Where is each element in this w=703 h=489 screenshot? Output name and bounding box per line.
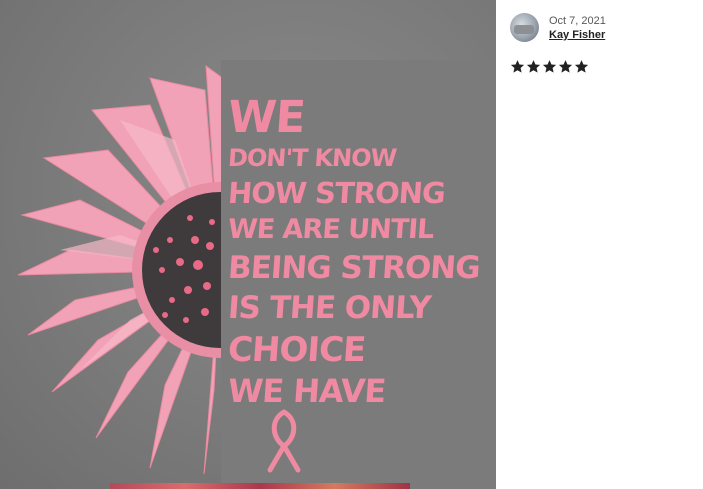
slogan-line: Don't know [227,144,398,172]
slogan-line: We [226,92,307,143]
review-photo[interactable]: We Don't know how strong we are until be… [0,0,496,489]
star-rating [510,59,589,74]
star-icon [558,60,573,73]
photo-bottom-edge [110,483,410,489]
star-icon [542,60,557,73]
star-icon [574,60,589,73]
slogan-line: we have [226,372,387,410]
slogan-line: being strong [226,250,481,286]
avatar[interactable] [510,13,539,42]
star-icon [510,60,525,73]
slogan-line: choice [226,330,367,370]
shirt-slogan: We Don't know how strong we are until be… [226,92,488,410]
star-icon [526,60,541,73]
review-date: Oct 7, 2021 [549,15,606,27]
slogan-line: is the only [226,290,432,326]
reviewer-name-link[interactable]: Kay Fisher [549,29,605,41]
slogan-line: how strong [226,176,446,210]
slogan-line: we are until [226,214,435,245]
